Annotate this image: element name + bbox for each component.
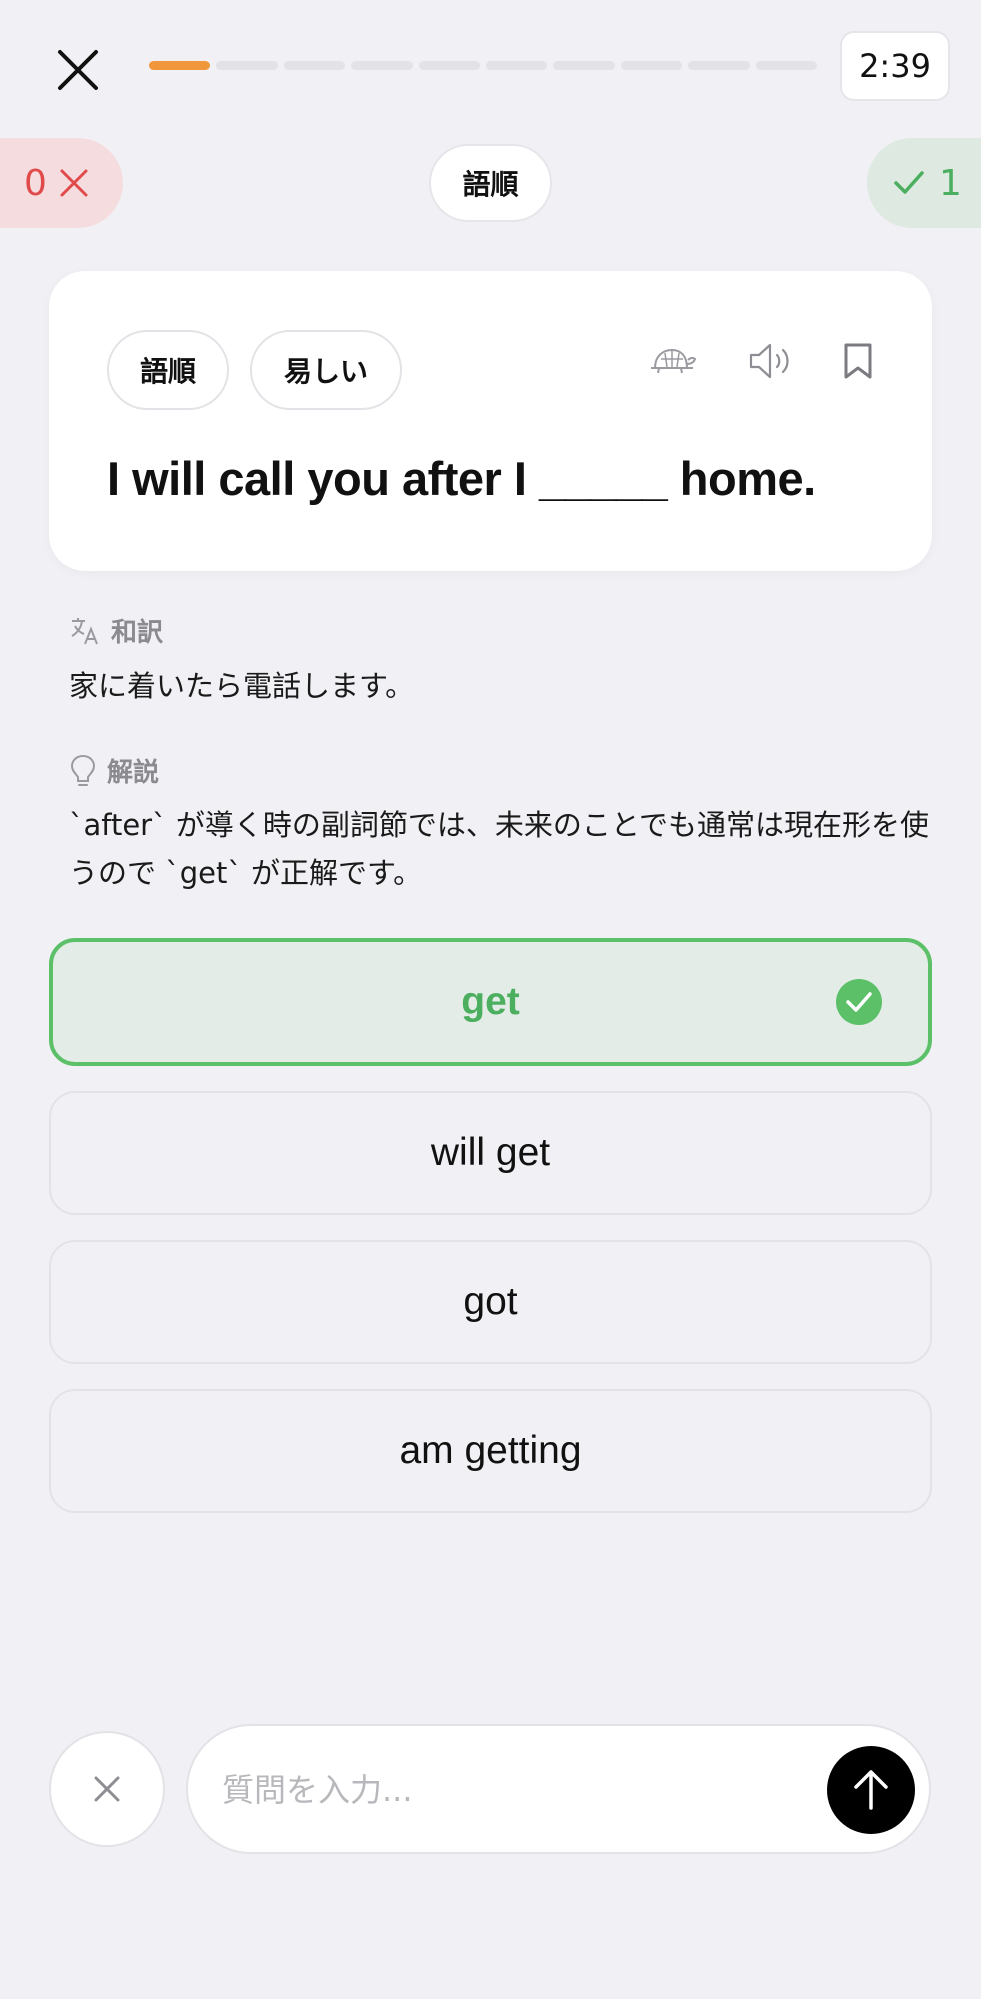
progress-segment (351, 61, 413, 70)
answer-option[interactable]: got (49, 1240, 932, 1364)
dismiss-chat-button[interactable] (49, 1731, 165, 1847)
progress-segment (418, 61, 481, 70)
correct-count: 1 (939, 162, 962, 204)
tag-label: 語順 (139, 355, 196, 388)
tag-grammar: 語順 (107, 330, 229, 410)
question-text: I will call you after I _____ home. (107, 452, 816, 505)
close-button[interactable] (48, 40, 108, 100)
correct-check-icon (836, 979, 882, 1025)
close-icon (58, 50, 98, 90)
check-icon (894, 171, 924, 194)
progress-segment (688, 61, 750, 70)
answer-option-correct[interactable]: get (49, 938, 932, 1066)
translation-heading: 和訳 (69, 612, 163, 649)
bookmark-button[interactable] (828, 331, 888, 391)
timer-text: 2:39 (859, 47, 931, 85)
timer: 2:39 (840, 31, 950, 101)
tag-label: 易しい (283, 355, 368, 388)
category-pill: 語順 (429, 144, 552, 222)
cross-icon (60, 169, 88, 197)
progress-bar (149, 61, 818, 70)
correct-count-badge: 1 (867, 138, 981, 228)
answer-option[interactable]: will get (49, 1091, 932, 1215)
question-card: 語順 易しい I will call you after I _____ hom… (49, 271, 932, 571)
progress-segment (486, 61, 548, 70)
explanation-heading-text: 解説 (107, 758, 160, 788)
answer-option-label: am getting (399, 1429, 582, 1472)
quiz-screen: 2:39 0 語順 1 語順 易しい I will call you after… (0, 0, 981, 1999)
tag-difficulty: 易しい (250, 330, 402, 410)
progress-segment (283, 61, 346, 70)
wrong-count-badge: 0 (0, 138, 123, 228)
answer-option-label: got (463, 1280, 518, 1323)
lightbulb-icon (70, 754, 96, 786)
progress-segment (553, 61, 615, 70)
progress-segment (216, 61, 278, 70)
question-input[interactable] (222, 1756, 782, 1824)
bookmark-icon (844, 343, 872, 379)
progress-segment (149, 61, 211, 70)
progress-segment (620, 61, 683, 70)
arrow-up-icon (854, 1770, 888, 1810)
translation-heading-text: 和訳 (111, 618, 164, 648)
question-input-container (186, 1724, 931, 1854)
category-label: 語順 (462, 168, 519, 201)
explanation-text: `after` が導く時の副詞節では、未来のことでも通常は現在形を使うので `g… (69, 808, 929, 890)
turtle-icon (651, 348, 697, 374)
progress-segment (755, 61, 818, 70)
answer-option[interactable]: am getting (49, 1389, 932, 1513)
slow-playback-button[interactable] (643, 331, 703, 391)
answer-option-label: will get (430, 1131, 551, 1174)
close-icon (94, 1776, 120, 1802)
translation-text: 家に着いたら電話します。 (69, 669, 415, 703)
play-audio-button[interactable] (741, 331, 801, 391)
wrong-count: 0 (24, 162, 47, 204)
translate-icon (71, 617, 98, 644)
speaker-icon (749, 343, 789, 379)
send-button[interactable] (827, 1746, 915, 1834)
answer-option-label: get (461, 980, 520, 1023)
explanation-heading: 解説 (69, 752, 159, 789)
